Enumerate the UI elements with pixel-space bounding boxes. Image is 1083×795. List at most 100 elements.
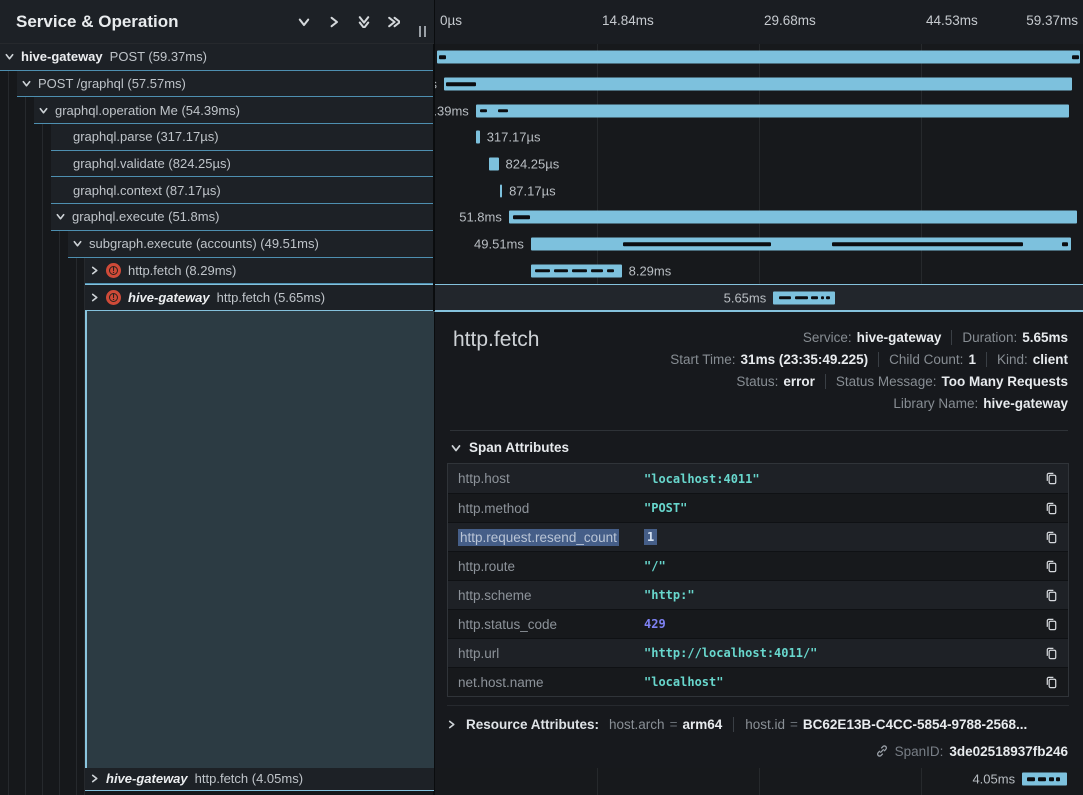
span-id-row: SpanID: 3de02518937fb246 xyxy=(875,744,1068,759)
span-bar[interactable] xyxy=(437,51,1080,64)
attr-row: net.host.name "localhost" xyxy=(448,667,1068,696)
copy-button[interactable] xyxy=(1034,559,1068,574)
span-tree-row[interactable]: graphql.operation Me (54.39ms) xyxy=(0,97,433,124)
error-icon: ! xyxy=(106,290,121,305)
operation-name: graphql.validate (824.25µs) xyxy=(73,156,231,171)
timeline-row[interactable]: 87.17µs xyxy=(435,177,1083,204)
resource-key: host.arch xyxy=(609,717,665,732)
attr-value: "/" xyxy=(644,559,1034,573)
chevron-down-icon[interactable] xyxy=(298,16,310,28)
chevron-right-icon[interactable] xyxy=(90,774,99,783)
attr-key: http.method xyxy=(448,501,644,516)
timeline-row[interactable]: 4.05ms xyxy=(435,768,1083,792)
duration-label: 87.17µs xyxy=(509,183,556,198)
timeline-row[interactable]: 8.29ms xyxy=(435,258,1083,285)
operation-name: graphql.context (87.17µs) xyxy=(73,183,221,198)
span-bar[interactable] xyxy=(489,158,499,171)
timeline-row[interactable]: 824.25µs xyxy=(435,151,1083,178)
resource-value: arm64 xyxy=(682,717,722,732)
meta-value: 1 xyxy=(968,352,976,367)
span-tree-row[interactable]: !http.fetch (8.29ms) xyxy=(0,258,433,285)
meta-label: Child Count: xyxy=(889,352,963,367)
span-tree-row[interactable]: POST /graphql (57.57ms) xyxy=(0,71,433,98)
service-name: hive-gateway xyxy=(106,771,188,786)
chevron-down-icon[interactable] xyxy=(39,106,48,115)
timeline-row[interactable]: 59.37ms xyxy=(435,44,1083,71)
span-bar[interactable] xyxy=(509,211,1077,224)
attr-value: "http:" xyxy=(644,588,1034,602)
divider xyxy=(951,330,952,345)
attr-key: http.status_code xyxy=(448,617,644,632)
span-tree-row[interactable]: !hive-gatewayhttp.fetch (5.65ms) xyxy=(0,284,433,311)
copy-button[interactable] xyxy=(1034,617,1068,632)
link-icon[interactable] xyxy=(875,744,889,758)
resource-attributes-row[interactable]: Resource Attributes: host.arch=arm64host… xyxy=(447,705,1069,732)
attr-key: http.request.resend_count xyxy=(448,530,644,545)
attr-value: "localhost:4011" xyxy=(644,472,1034,486)
chevron-right-icon[interactable] xyxy=(90,266,99,275)
span-tree-row-bottom[interactable]: hive-gateway http.fetch (4.05ms) xyxy=(0,768,434,792)
self-time-mark xyxy=(446,82,476,86)
chevron-down-icon[interactable] xyxy=(5,52,14,61)
meta-value: error xyxy=(783,374,815,389)
copy-button[interactable] xyxy=(1034,588,1068,603)
timeline-row[interactable]: 57.57ms xyxy=(435,71,1083,98)
span-id-label: SpanID: xyxy=(895,744,944,759)
timeline-row[interactable]: 51.8ms xyxy=(435,204,1083,231)
timeline-row[interactable]: 317.17µs xyxy=(435,124,1083,151)
meta-value: client xyxy=(1033,352,1068,367)
timeline-row[interactable]: 5.65ms xyxy=(435,284,1083,311)
panel-resize-handle[interactable] xyxy=(419,26,426,37)
duration-label: 824.25µs xyxy=(506,157,560,172)
chevron-down-icon[interactable] xyxy=(73,239,82,248)
copy-button[interactable] xyxy=(1034,646,1068,661)
copy-button[interactable] xyxy=(1034,501,1068,516)
chevron-right-icon[interactable] xyxy=(90,293,99,302)
copy-button[interactable] xyxy=(1034,675,1068,690)
chevron-right-icon[interactable] xyxy=(328,16,340,28)
duration-label: 5.65ms xyxy=(724,290,767,305)
divider xyxy=(878,352,879,367)
axis-tick: 59.37ms xyxy=(1026,13,1078,28)
span-tree-row[interactable]: graphql.parse (317.17µs) xyxy=(0,124,433,151)
meta-line: Service:hive-gatewayDuration:5.65ms xyxy=(803,328,1068,346)
span-tree-row[interactable]: graphql.execute (51.8ms) xyxy=(0,204,433,231)
span-tree-row[interactable]: graphql.validate (824.25µs) xyxy=(0,151,433,178)
attr-value: "localhost" xyxy=(644,675,1034,689)
span-detail-panel: http.fetch Service:hive-gatewayDuration:… xyxy=(434,311,1083,768)
self-time-mark xyxy=(1027,778,1035,782)
span-bar[interactable] xyxy=(476,104,1070,117)
span-tree-row[interactable]: hive-gatewayPOST (59.37ms) xyxy=(0,44,433,71)
copy-button[interactable] xyxy=(1034,471,1068,486)
attr-key: http.scheme xyxy=(448,588,644,603)
span-bar[interactable] xyxy=(500,184,502,197)
panel-title: Service & Operation xyxy=(16,12,179,32)
copy-button[interactable] xyxy=(1034,530,1068,545)
timeline-row[interactable]: 54.39ms xyxy=(435,97,1083,124)
span-attributes-header[interactable]: Span Attributes xyxy=(451,440,569,455)
left-panel-header: Service & Operation xyxy=(0,0,434,44)
span-bar[interactable] xyxy=(444,78,1072,91)
double-chevron-right-icon[interactable] xyxy=(388,16,400,28)
self-time-mark xyxy=(795,296,807,300)
operation-name: http.fetch (5.65ms) xyxy=(217,290,325,305)
meta-value: hive-gateway xyxy=(857,330,942,345)
timeline-row[interactable]: 49.51ms xyxy=(435,231,1083,258)
divider xyxy=(450,430,1068,431)
double-chevron-down-icon[interactable] xyxy=(358,16,370,28)
self-time-mark xyxy=(832,242,1023,246)
duration-label: 317.17µs xyxy=(487,130,541,145)
span-tree-row[interactable]: graphql.context (87.17µs) xyxy=(0,177,433,204)
span-id-value: 3de02518937fb246 xyxy=(949,744,1068,759)
meta-label: Library Name: xyxy=(893,396,978,411)
divider xyxy=(733,717,734,732)
meta-line: Start Time:31ms (23:35:49.225)Child Coun… xyxy=(670,350,1068,368)
self-time-mark xyxy=(826,296,830,300)
chevron-down-icon[interactable] xyxy=(56,212,65,221)
meta-label: Service: xyxy=(803,330,852,345)
self-time-mark xyxy=(439,56,446,60)
span-meta: Service:hive-gatewayDuration:5.65msStart… xyxy=(670,328,1068,412)
chevron-down-icon[interactable] xyxy=(22,79,31,88)
span-tree-row[interactable]: subgraph.execute (accounts) (49.51ms) xyxy=(0,231,433,258)
span-bar[interactable] xyxy=(476,131,480,144)
